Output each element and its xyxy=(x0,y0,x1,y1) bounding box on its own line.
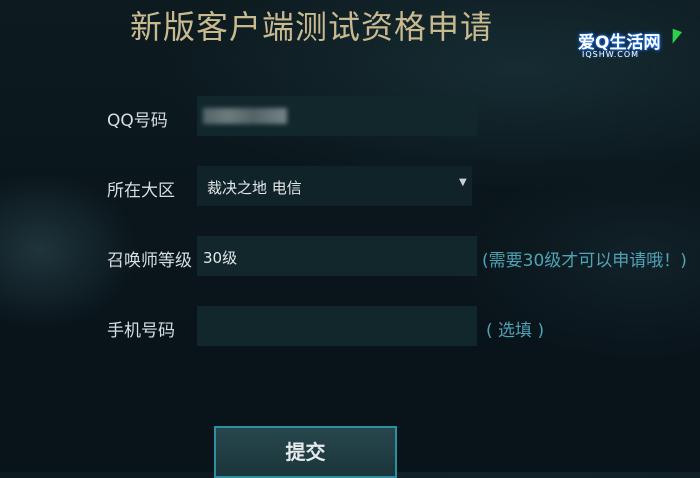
phone-label: 手机号码 xyxy=(107,321,175,341)
site-logo: 爱Q生活网 IQSHW.COM xyxy=(574,28,683,66)
phone-input[interactable] xyxy=(197,306,477,346)
qq-input[interactable] xyxy=(197,96,477,136)
logo-subtext: IQSHW.COM xyxy=(582,50,640,59)
qq-row: QQ号码 xyxy=(0,96,700,136)
region-label: 所在大区 xyxy=(107,181,175,201)
level-input[interactable]: 30级 xyxy=(197,236,477,276)
region-select-value: 裁决之地 电信 xyxy=(207,179,302,197)
phone-hint: ( 选填 ) xyxy=(486,321,545,341)
page-title: 新版客户端测试资格申请 xyxy=(130,8,494,46)
region-row: 所在大区 裁决之地 电信 ▼ xyxy=(0,166,700,206)
region-select[interactable]: 裁决之地 电信 ▼ xyxy=(197,166,472,206)
phone-row: 手机号码 ( 选填 ) xyxy=(0,306,700,346)
level-row: 召唤师等级 30级 (需要30级才可以申请哦！) xyxy=(0,236,700,276)
qq-label: QQ号码 xyxy=(107,111,168,131)
level-input-value: 30级 xyxy=(203,249,238,267)
qq-value-obscured xyxy=(203,108,287,124)
level-label: 召唤师等级 xyxy=(107,251,192,271)
lightning-icon xyxy=(667,28,683,46)
dropdown-arrow-icon: ▼ xyxy=(459,177,467,188)
level-hint: (需要30级才可以申请哦！) xyxy=(482,251,687,271)
submit-button[interactable]: 提交 xyxy=(214,426,397,478)
